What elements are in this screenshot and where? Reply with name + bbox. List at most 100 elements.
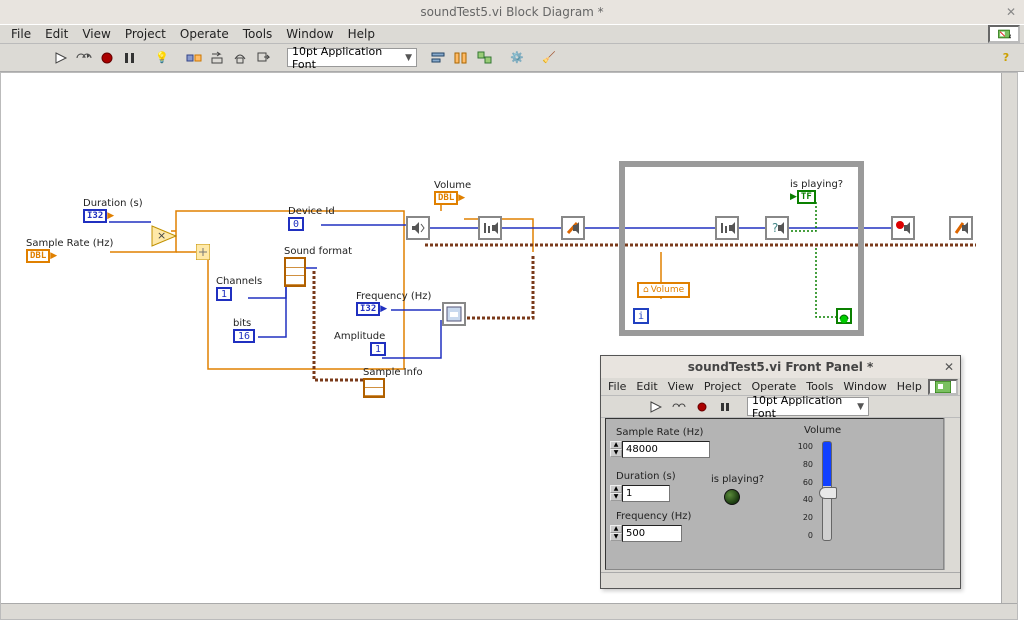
fp-isplaying-led xyxy=(724,489,740,505)
fp-menu-window[interactable]: Window xyxy=(838,380,891,393)
sample-info-cluster[interactable] xyxy=(363,378,385,398)
fp-volume-ticks: 100 80 60 40 20 0 xyxy=(798,442,815,540)
svg-text:×: × xyxy=(157,229,166,242)
bits-label: bits xyxy=(233,318,255,329)
bits-const[interactable]: 16 xyxy=(233,329,255,343)
volume-terminal[interactable]: DBL xyxy=(434,191,458,205)
fp-duration-value[interactable]: 1 xyxy=(622,485,670,502)
vscrollbar[interactable] xyxy=(1001,73,1017,603)
fp-volume-slider[interactable]: 100 80 60 40 20 0 xyxy=(822,441,832,541)
fp-menu-edit[interactable]: Edit xyxy=(631,380,662,393)
run-button[interactable] xyxy=(51,48,71,68)
lightbulb-icon[interactable]: 💡 xyxy=(152,48,172,68)
menu-window[interactable]: Window xyxy=(279,27,340,41)
sound-set-volume-vi-2[interactable] xyxy=(715,216,739,240)
device-id-const[interactable]: 0 xyxy=(288,217,304,231)
fp-menu-tools[interactable]: Tools xyxy=(801,380,838,393)
sound-stop-vi[interactable] xyxy=(891,216,915,240)
fp-menu-file[interactable]: File xyxy=(603,380,631,393)
fp-frequency-spin[interactable]: ▲▼ xyxy=(610,525,622,542)
step-into-icon[interactable] xyxy=(207,48,227,68)
fp-close-icon[interactable]: ✕ xyxy=(944,360,954,374)
fp-frequency-value[interactable]: 500 xyxy=(622,525,682,542)
fp-menu-help[interactable]: Help xyxy=(892,380,927,393)
menu-view[interactable]: View xyxy=(75,27,117,41)
fp-duration-label: Duration (s) xyxy=(616,471,676,482)
fp-menu-view[interactable]: View xyxy=(663,380,699,393)
fp-run-cont-button[interactable] xyxy=(669,397,689,417)
fp-sample-rate-label: Sample Rate (Hz) xyxy=(616,427,703,438)
sample-rate-terminal[interactable]: DBL xyxy=(26,249,50,263)
fp-abort-button[interactable] xyxy=(692,397,712,417)
titlebar: soundTest5.vi Block Diagram * ✕ xyxy=(0,0,1024,24)
sound-output-config-vi[interactable] xyxy=(406,216,430,240)
step-out-icon[interactable] xyxy=(253,48,273,68)
abort-button[interactable] xyxy=(97,48,117,68)
frequency-terminal[interactable]: I32 xyxy=(356,302,380,316)
sound-status-vi[interactable]: ? xyxy=(765,216,789,240)
feedback-node[interactable] xyxy=(196,244,210,260)
volume-local[interactable]: ⌂Volume xyxy=(637,282,690,298)
fp-volume-label: Volume xyxy=(804,425,841,436)
fp-font-selector[interactable]: 10pt Application Font▼ xyxy=(747,397,869,416)
fp-hscrollbar[interactable] xyxy=(601,572,960,588)
fp-sample-rate-value[interactable]: 48000 xyxy=(622,441,710,458)
is-playing-label: is playing? xyxy=(790,179,843,190)
fp-vi-icon[interactable] xyxy=(928,379,958,395)
sound-format-cluster[interactable] xyxy=(284,257,306,287)
run-continuous-button[interactable] xyxy=(74,48,94,68)
frequency-label: Frequency (Hz) xyxy=(356,291,431,302)
help-icon[interactable]: ? xyxy=(996,48,1016,68)
fp-panel[interactable]: Sample Rate (Hz) ▲▼ 48000 Duration (s) ▲… xyxy=(605,418,944,570)
multiply-node[interactable]: × xyxy=(151,225,177,247)
fp-menu-operate[interactable]: Operate xyxy=(746,380,801,393)
volume-label: Volume xyxy=(434,180,471,191)
vi-icon[interactable]: 4 xyxy=(988,25,1020,43)
fp-title: soundTest5.vi Front Panel * xyxy=(688,360,874,374)
fp-sample-rate-spin[interactable]: ▲▼ xyxy=(610,441,622,458)
is-playing-terminal[interactable]: TF xyxy=(797,190,816,204)
reorder-icon[interactable]: ⚙️ xyxy=(507,48,527,68)
sine-wave-vi[interactable] xyxy=(442,302,466,326)
step-over-icon[interactable] xyxy=(230,48,250,68)
sound-clear-vi[interactable] xyxy=(949,216,973,240)
duration-label: Duration (s) xyxy=(83,198,143,209)
close-icon[interactable]: ✕ xyxy=(1006,5,1016,19)
fp-volume-knob[interactable] xyxy=(819,487,837,499)
distribute-icon[interactable] xyxy=(452,48,472,68)
amplitude-const[interactable]: 1 xyxy=(370,342,386,356)
svg-text:4: 4 xyxy=(1009,35,1011,41)
align-icon[interactable] xyxy=(429,48,449,68)
retain-wire-icon[interactable] xyxy=(184,48,204,68)
channels-const[interactable]: 1 xyxy=(216,287,232,301)
amplitude-label: Amplitude xyxy=(334,331,386,342)
fp-pause-button[interactable] xyxy=(715,397,735,417)
sound-write-vi[interactable] xyxy=(561,216,585,240)
sample-info-label: Sample Info xyxy=(363,367,423,378)
duration-terminal[interactable]: I32 xyxy=(83,209,107,223)
sample-rate-label: Sample Rate (Hz) xyxy=(26,238,113,249)
menu-file[interactable]: File xyxy=(4,27,38,41)
front-panel-window[interactable]: soundTest5.vi Front Panel * ✕ File Edit … xyxy=(600,355,961,589)
resize-icon[interactable] xyxy=(475,48,495,68)
svg-text:?: ? xyxy=(772,221,778,235)
menu-help[interactable]: Help xyxy=(341,27,382,41)
window-title: soundTest5.vi Block Diagram * xyxy=(420,5,603,19)
menu-edit[interactable]: Edit xyxy=(38,27,75,41)
fp-vscrollbar[interactable] xyxy=(944,418,960,570)
sound-set-volume-vi[interactable] xyxy=(478,216,502,240)
cleanup-icon[interactable]: 🧹 xyxy=(539,48,559,68)
font-selector[interactable]: 10pt Application Font▼ xyxy=(287,48,417,67)
menu-operate[interactable]: Operate xyxy=(173,27,236,41)
fp-frequency-label: Frequency (Hz) xyxy=(616,511,691,522)
pause-button[interactable] xyxy=(120,48,140,68)
fp-menu-project[interactable]: Project xyxy=(699,380,747,393)
while-loop[interactable]: is playing?▶TF ? ⌂Volume i xyxy=(619,161,864,336)
hscrollbar[interactable] xyxy=(1,603,1017,619)
menu-tools[interactable]: Tools xyxy=(236,27,280,41)
loop-iteration: i xyxy=(633,308,649,324)
loop-condition[interactable] xyxy=(836,308,852,324)
fp-duration-spin[interactable]: ▲▼ xyxy=(610,485,622,502)
fp-run-button[interactable] xyxy=(646,397,666,417)
menu-project[interactable]: Project xyxy=(118,27,173,41)
